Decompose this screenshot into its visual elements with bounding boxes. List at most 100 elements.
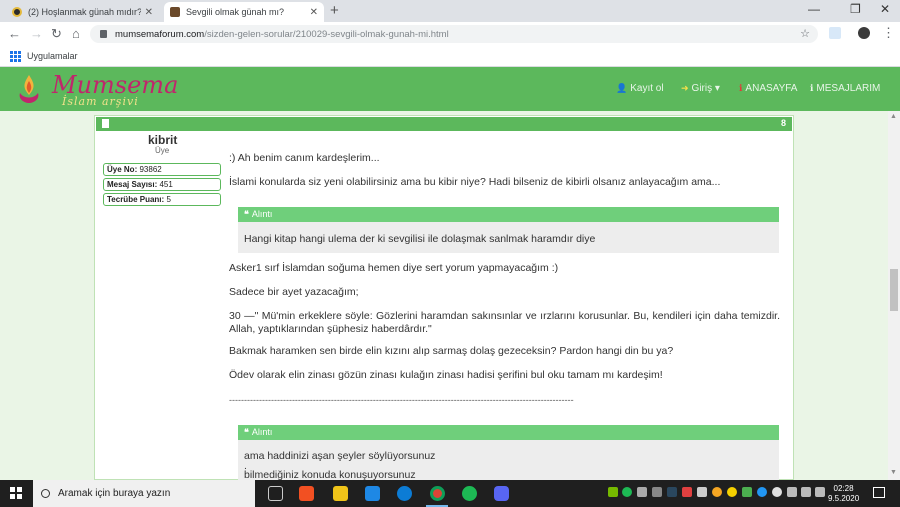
bookmark-apps[interactable]: Uygulamalar xyxy=(27,51,78,61)
post-number[interactable]: 8 xyxy=(781,118,786,128)
task-view-icon[interactable] xyxy=(268,486,283,501)
menu-kebab-icon[interactable]: ⋮ xyxy=(882,25,895,41)
tray-icon[interactable] xyxy=(712,487,722,497)
new-tab-button[interactable]: + xyxy=(330,2,339,19)
nav-messages[interactable]: ℹ MESAJLARIM xyxy=(810,83,880,94)
back-arrow-icon[interactable]: ← xyxy=(8,26,21,41)
nav-home[interactable]: ℹ ANASAYFA xyxy=(739,83,797,94)
quote-body: Hangi kitap hangi ulema der ki sevgilisi… xyxy=(238,222,779,253)
lock-icon xyxy=(100,30,107,38)
discord-tray-icon[interactable] xyxy=(652,487,662,497)
nav-register[interactable]: 👤 Kayıt ol xyxy=(616,83,664,94)
post-text-line: Sadece bir ayet yazacağım; xyxy=(229,286,359,298)
tray-icon[interactable] xyxy=(772,487,782,497)
stat-value: 93862 xyxy=(139,165,162,174)
stat-label: Tecrübe Puanı: xyxy=(107,195,165,204)
post-text-line: Ödev olarak elin zinası gözün zinası kul… xyxy=(229,369,663,381)
apps-grid-icon xyxy=(10,50,21,62)
chrome-icon[interactable] xyxy=(430,486,445,501)
reload-icon[interactable]: ↻ xyxy=(51,26,62,42)
taskbar: Aramak için buraya yazın 02:28 9.5.2020 xyxy=(0,480,900,507)
nav-login-label: Giriş ▾ xyxy=(691,83,720,94)
stat-label: Üye No: xyxy=(107,165,138,174)
tab-hoslanmak[interactable]: (2) Hoşlanmak günah mıdır? | SD ✕ xyxy=(6,2,159,22)
post-text-line: Bakmak haramken sen birde elin kızını al… xyxy=(229,345,674,357)
post-header-bar: 8 xyxy=(96,117,792,131)
mail-icon[interactable] xyxy=(365,486,380,501)
post-text-line: :) Ah benim canım kardeşlerim... xyxy=(229,152,380,164)
scroll-up-icon[interactable]: ▲ xyxy=(890,113,897,120)
quote-icon: ❝ xyxy=(244,209,249,219)
tab-title: (2) Hoşlanmak günah mıdır? | SD xyxy=(28,7,141,17)
info-icon: ℹ xyxy=(810,83,814,93)
discord-icon[interactable] xyxy=(494,486,509,501)
close-window-icon[interactable]: ✕ xyxy=(880,2,890,16)
quote-label: Alıntı xyxy=(251,427,273,437)
notification-icon[interactable] xyxy=(873,487,885,498)
office-icon[interactable] xyxy=(299,486,314,501)
forward-arrow-icon[interactable]: → xyxy=(30,26,43,41)
site-favicon-icon xyxy=(12,7,22,17)
tray-icon[interactable] xyxy=(727,487,737,497)
scrollbar-thumb[interactable] xyxy=(890,269,898,311)
document-icon xyxy=(102,119,109,128)
taskbar-search[interactable]: Aramak için buraya yazın xyxy=(33,480,255,507)
wifi-icon[interactable] xyxy=(787,487,797,497)
close-tab-icon[interactable]: ✕ xyxy=(310,7,318,18)
scroll-down-icon[interactable]: ▼ xyxy=(890,469,897,476)
user-stat-member-no: Üye No: 93862 xyxy=(103,163,221,176)
post-text-line: 30 —" Mü'min erkeklere söyle: Gözlerini … xyxy=(229,310,780,335)
volume-icon[interactable] xyxy=(815,487,825,497)
tray-icon[interactable] xyxy=(697,487,707,497)
close-tab-icon[interactable]: ✕ xyxy=(145,7,153,18)
tray-icon[interactable] xyxy=(757,487,767,497)
post-author-role: Üye xyxy=(155,146,170,155)
home-icon[interactable]: ⌂ xyxy=(72,26,80,41)
tab-strip: (2) Hoşlanmak günah mıdır? | SD ✕ Sevgil… xyxy=(0,0,900,22)
candle-logo-icon xyxy=(19,75,39,103)
quote-icon: ❝ xyxy=(244,427,249,437)
battery-icon[interactable] xyxy=(801,487,811,497)
spotify-tray-icon[interactable] xyxy=(622,487,632,497)
edge-icon[interactable] xyxy=(397,486,412,501)
user-stat-message-count: Mesaj Sayısı: 451 xyxy=(103,178,221,191)
browser-toolbar: ← → ↻ ⌂ mumsemaforum.com/sizden-gelen-so… xyxy=(0,22,900,46)
profile-avatar-icon[interactable] xyxy=(858,27,870,39)
taskbar-clock[interactable]: 02:28 9.5.2020 xyxy=(828,484,859,504)
tab-sevgili[interactable]: Sevgili olmak günah mı? ✕ xyxy=(164,2,324,22)
quote-label: Alıntı xyxy=(251,209,273,219)
windows-start-icon[interactable] xyxy=(10,487,22,499)
minimize-icon[interactable]: — xyxy=(808,2,820,16)
user-plus-icon: 👤 xyxy=(616,83,628,93)
clock-date: 9.5.2020 xyxy=(828,494,860,503)
spotify-icon[interactable] xyxy=(462,486,477,501)
stat-value: 451 xyxy=(159,180,173,189)
nav-login[interactable]: ➜ Giriş ▾ xyxy=(681,83,720,94)
post-divider: ----------------------------------------… xyxy=(229,395,574,405)
tray-icon[interactable] xyxy=(682,487,692,497)
clock-time: 02:28 xyxy=(833,484,854,493)
post-author-name[interactable]: kibrit xyxy=(148,133,177,147)
extension-icon[interactable] xyxy=(829,27,841,39)
restore-icon[interactable]: ❐ xyxy=(850,2,861,16)
user-stat-experience: Tecrübe Puanı: 5 xyxy=(103,193,221,206)
taskbar-search-placeholder: Aramak için buraya yazın xyxy=(58,488,171,499)
post-text-line: Asker1 sırf İslamdan soğuma hemen diye s… xyxy=(229,262,559,274)
tray-icon[interactable] xyxy=(637,487,647,497)
quote-text: bilmediğiniz konuda konuşuyorsunuz xyxy=(244,469,416,480)
nvidia-tray-icon[interactable] xyxy=(608,487,618,497)
url-path: /sizden-gelen-sorular/210029-sevgili-olm… xyxy=(204,28,449,40)
url-host: mumsemaforum.com xyxy=(115,28,205,40)
nav-messages-label: MESAJLARIM xyxy=(816,83,881,94)
address-bar[interactable]: mumsemaforum.com/sizden-gelen-sorular/21… xyxy=(90,25,818,43)
steam-tray-icon[interactable] xyxy=(667,487,677,497)
page-scrollbar[interactable]: ▲ ▼ xyxy=(888,111,900,480)
post-text-line: İslami konularda siz yeni olabilirsiniz … xyxy=(229,176,721,188)
tray-icon[interactable] xyxy=(742,487,752,497)
bookmark-star-icon[interactable]: ☆ xyxy=(800,27,810,40)
site-header: Mumsema İslam arşivi 👤 Kayıt ol ➜ Giriş ▾ … xyxy=(0,67,900,111)
file-explorer-icon[interactable] xyxy=(333,486,348,501)
info-icon: ℹ xyxy=(739,83,743,93)
sign-in-icon: ➜ xyxy=(681,83,689,93)
nav-register-label: Kayıt ol xyxy=(630,83,664,94)
